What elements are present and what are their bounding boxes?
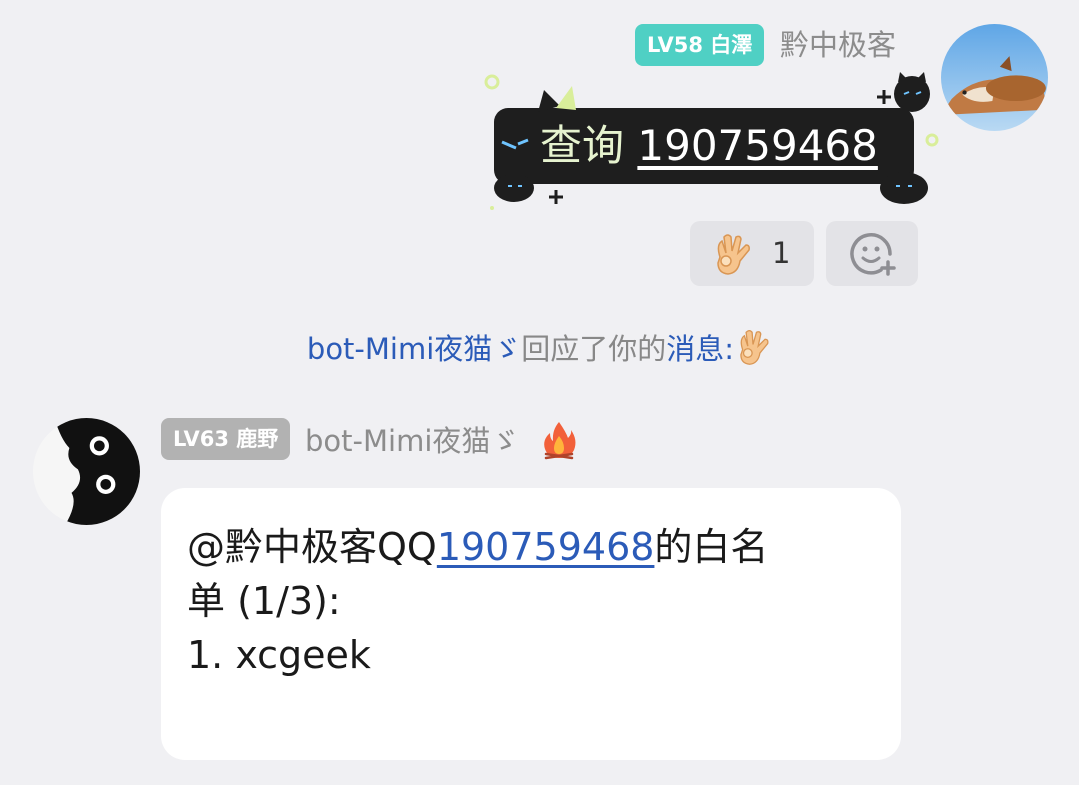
message-text-segment: 单 (1/3):: [187, 579, 341, 623]
sender-name[interactable]: bot-Mimi夜猫ゞ: [305, 420, 519, 462]
notice-message-link[interactable]: 消息:: [666, 332, 734, 366]
add-reaction-button[interactable]: [826, 221, 918, 286]
level-badge: LV58 白澤: [635, 24, 765, 66]
message-text-segment: 的白名: [654, 525, 769, 569]
command-text: 查询: [540, 121, 625, 170]
notice-bot-name[interactable]: bot-Mimi夜猫ゞ: [307, 332, 521, 366]
message-bubble-outgoing[interactable]: 查询 190759468: [480, 72, 950, 220]
mention-text[interactable]: @黔中极客QQ: [187, 525, 437, 569]
reaction-ok-button[interactable]: 1: [690, 221, 814, 286]
qq-number-link[interactable]: 190759468: [637, 121, 878, 170]
qq-number-link[interactable]: 190759468: [437, 525, 655, 569]
level-badge: LV63 鹿野: [161, 418, 291, 460]
message-text: @黔中极客QQ190759468的白名 单 (1/3): 1. xcgeek: [187, 520, 877, 682]
avatar-outgoing[interactable]: [941, 24, 1048, 131]
add-reaction-icon: [850, 233, 896, 276]
avatar-incoming[interactable]: [33, 418, 140, 525]
reaction-notice: bot-Mimi夜猫ゞ回应了你的消息:: [0, 326, 1079, 372]
reaction-count: 1: [772, 236, 791, 270]
message-text: 查询 190759468: [540, 116, 878, 176]
ok-hand-icon: [740, 329, 769, 365]
sender-name[interactable]: 黔中极客: [780, 24, 896, 66]
notice-text: 回应了你的: [521, 332, 667, 366]
fire-icon: [544, 422, 576, 460]
message-bubble-incoming[interactable]: @黔中极客QQ190759468的白名 单 (1/3): 1. xcgeek: [161, 488, 901, 760]
ok-hand-icon: [717, 234, 750, 275]
whitelist-item: 1. xcgeek: [187, 633, 371, 677]
